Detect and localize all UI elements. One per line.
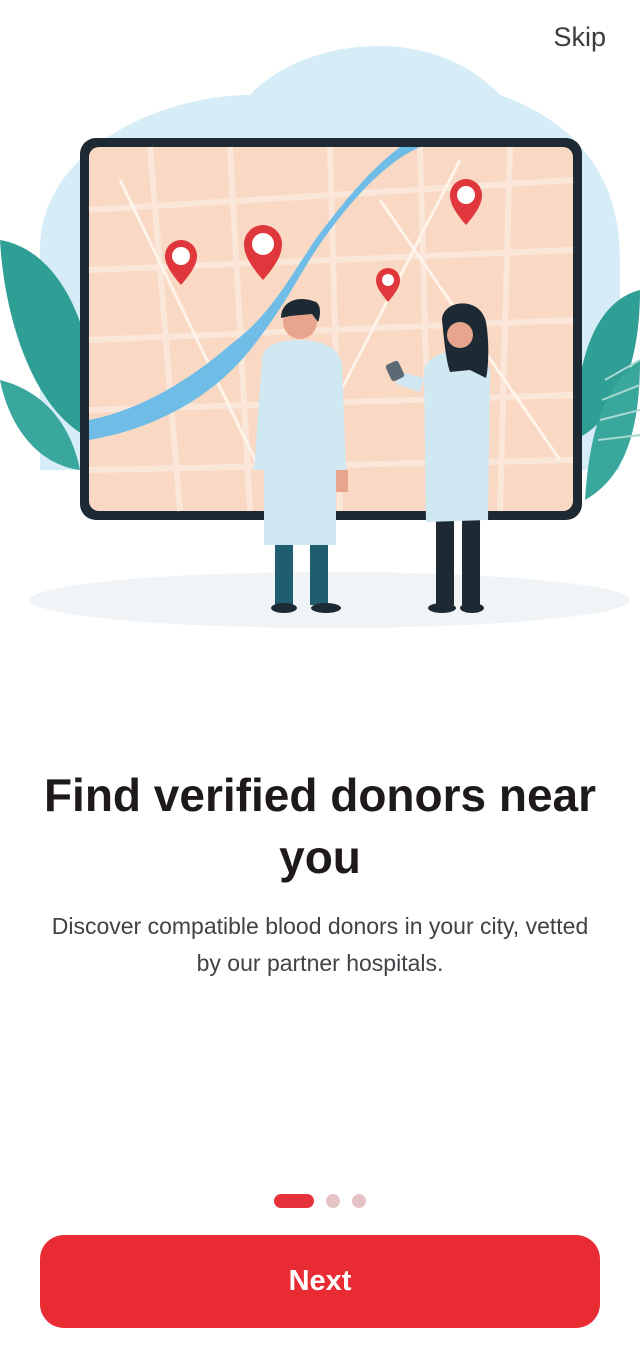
pagination-dot[interactable] — [326, 1194, 340, 1208]
pagination-dot-active[interactable] — [274, 1194, 314, 1208]
pagination-dots — [0, 1194, 640, 1208]
pagination-dot[interactable] — [352, 1194, 366, 1208]
page-subtitle: Discover compatible blood donors in your… — [51, 913, 589, 976]
onboarding-illustration — [0, 0, 640, 700]
next-button[interactable]: Next — [40, 1235, 600, 1328]
page-title: Find verified donors near you — [43, 769, 597, 883]
map-illustration — [0, 45, 640, 628]
